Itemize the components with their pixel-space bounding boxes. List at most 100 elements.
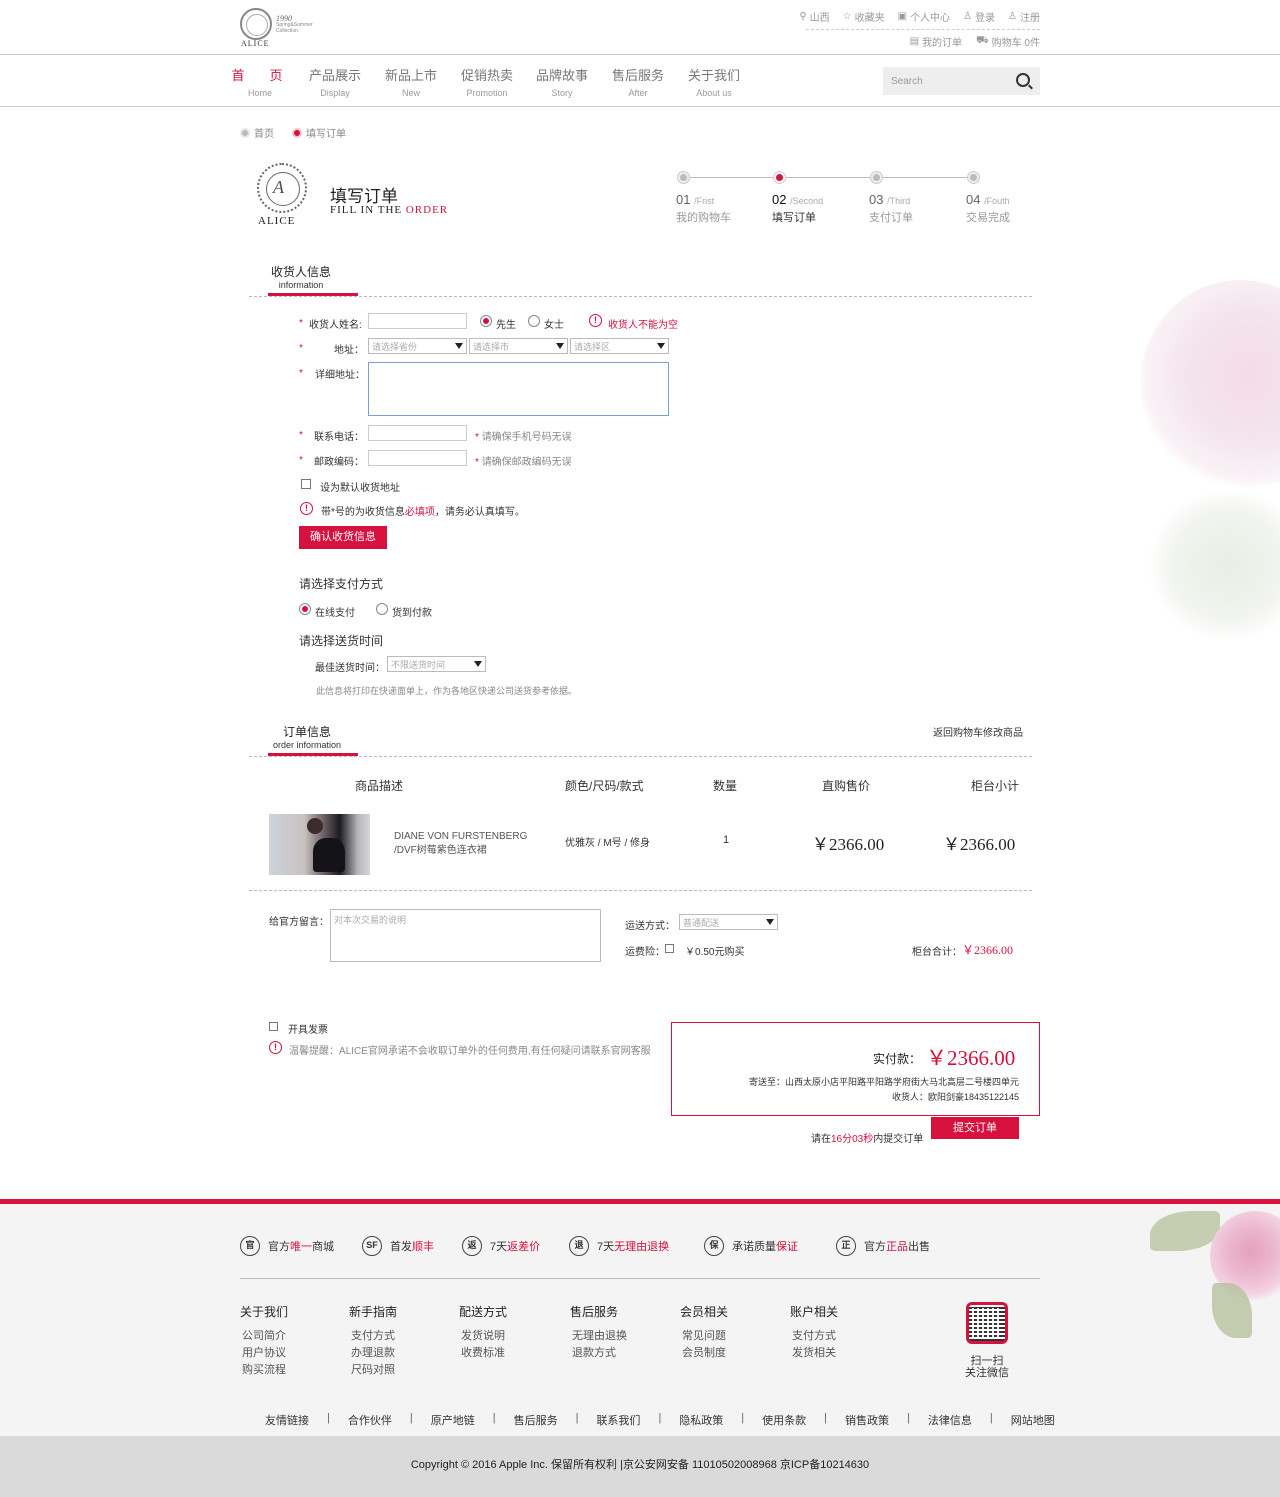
district-select[interactable]: 请选择区: [570, 338, 669, 354]
nav-promotion[interactable]: 促销热卖 Promotion: [457, 65, 517, 98]
invoice-warning: 温馨提醒：ALICE官网承诺不会收取订单外的任何费用,有任何疑问请联系官网客服: [289, 1046, 651, 1057]
footer-bottom-link[interactable]: 合作伙伴: [348, 1412, 410, 1428]
cart-link[interactable]: ⛟ 购物车 0件: [976, 34, 1040, 49]
default-address-checkbox[interactable]: [301, 479, 311, 489]
nav-about[interactable]: 关于我们 About us: [684, 65, 744, 98]
location-pin-icon: ⚲: [799, 10, 807, 22]
submit-order-button[interactable]: 提交订单: [931, 1117, 1019, 1139]
footer-link[interactable]: 公司简介: [240, 1328, 288, 1345]
back-to-cart-link[interactable]: 返回购物车修改商品: [933, 724, 1023, 739]
phone-hint: * 请确保手机号码无误: [475, 432, 572, 443]
favorites-link[interactable]: ☆ 收藏夹: [843, 8, 885, 24]
footer-bottom-link[interactable]: 售后服务: [514, 1412, 576, 1428]
delivery-time-select[interactable]: 不限送货时间: [387, 656, 486, 672]
step-4: 04 /Fouth 交易完成: [966, 192, 1010, 224]
account-link[interactable]: ▣ 个人中心: [898, 8, 950, 24]
radio-ms-label: 女士: [544, 320, 564, 331]
step-1: 01 /Frist 我的购物车: [676, 192, 731, 224]
register-link[interactable]: ♙ 注册: [1008, 8, 1040, 24]
footer-bottom-link[interactable]: 联系我们: [596, 1412, 658, 1428]
footer-link[interactable]: 支付方式: [349, 1328, 397, 1345]
qr-caption: 扫一扫 关注微信: [965, 1355, 1009, 1379]
footer-link[interactable]: 收费标准: [459, 1345, 507, 1362]
step-dot-current-icon: [774, 172, 785, 183]
radio-pay-cod[interactable]: [376, 603, 388, 615]
user-icon: ♙: [963, 10, 973, 22]
zip-input[interactable]: [368, 450, 467, 466]
insurance-checkbox[interactable]: [665, 944, 674, 953]
nav-display[interactable]: 产品展示 Display: [305, 65, 365, 98]
radio-mr[interactable]: [480, 315, 492, 327]
zip-label: 邮政编码：: [314, 457, 364, 468]
footer-bottom-link[interactable]: 使用条款: [762, 1412, 824, 1428]
radio-ms[interactable]: [528, 315, 540, 327]
footer-link[interactable]: 发货相关: [790, 1345, 838, 1362]
footer-bottom-link[interactable]: 隐私政策: [679, 1412, 741, 1428]
search-box[interactable]: Search: [883, 67, 1040, 95]
phone-input[interactable]: [368, 425, 467, 441]
footer-link[interactable]: 办理退款: [349, 1345, 397, 1362]
counter-total-value: ￥2366.00: [962, 943, 1014, 957]
footer-link[interactable]: 常见问题: [680, 1328, 728, 1345]
pay-cod-label: 货到付款: [392, 608, 432, 619]
search-input[interactable]: Search: [891, 76, 923, 87]
zip-hint: * 请确保邮政编码无误: [475, 457, 572, 468]
qr-code-icon[interactable]: [966, 1302, 1008, 1344]
footer-link[interactable]: 无理由退换: [570, 1328, 627, 1345]
product-name[interactable]: DIANE VON FURSTENBERG/DVF树莓紫色连衣裙: [394, 830, 527, 858]
step-dot-icon: [968, 172, 979, 183]
footer-col-delivery: 配送方式 发货说明 收费标准: [459, 1303, 507, 1362]
footer-bottom-link[interactable]: 原产地链: [431, 1412, 493, 1428]
cart-icon: ⛟: [976, 35, 989, 46]
breadcrumb-active-dot-icon: [292, 127, 302, 138]
nav-home[interactable]: 首 页 Home: [230, 65, 290, 98]
city-select[interactable]: 请选择市: [469, 338, 568, 354]
logo-tagline: Spring&Summer Collection: [276, 22, 313, 34]
name-input[interactable]: [368, 313, 467, 329]
search-icon[interactable]: [1016, 73, 1030, 87]
my-orders-link[interactable]: ▤ 我的订单: [910, 34, 962, 49]
footer-bottom-link[interactable]: 销售政策: [845, 1412, 907, 1428]
radio-pay-online[interactable]: [299, 603, 311, 615]
nav-after[interactable]: 售后服务 After: [608, 65, 668, 98]
footer-link[interactable]: 尺码对照: [349, 1362, 397, 1379]
step-2: 02 /Second 填写订单: [772, 192, 824, 224]
product-price: ￥2366.00: [812, 835, 885, 854]
insurance-value: ￥0.50元购买: [685, 947, 745, 958]
nav-new[interactable]: 新品上市 New: [381, 65, 441, 98]
top-links: ⚲ 山西 ☆ 收藏夹 ▣ 个人中心 ♙ 登录 ♙ 注册: [799, 8, 1040, 24]
required-mark: *: [299, 343, 303, 354]
address-label: 地址：: [334, 345, 364, 356]
page-logo: A ALICE: [254, 163, 310, 229]
footer-bottom-link[interactable]: 法律信息: [928, 1412, 990, 1428]
product-image[interactable]: [269, 814, 370, 875]
footer-bottom-link[interactable]: 友情链接: [265, 1412, 327, 1428]
location-link[interactable]: ⚲ 山西: [799, 8, 829, 24]
footer-rose-decoration: [1150, 1203, 1280, 1343]
breadcrumb-home[interactable]: 首页: [240, 125, 274, 140]
footer-link[interactable]: 支付方式: [790, 1328, 838, 1345]
shipping-select[interactable]: 普通配送: [679, 914, 778, 930]
confirm-address-button[interactable]: 确认收货信息: [299, 526, 387, 549]
footer-link[interactable]: 购买流程: [240, 1362, 288, 1379]
footer-link[interactable]: 发货说明: [459, 1328, 507, 1345]
footer-link[interactable]: 退款方式: [570, 1345, 627, 1362]
login-link[interactable]: ♙ 登录: [963, 8, 995, 24]
province-select[interactable]: 请选择省份: [368, 338, 467, 354]
invoice-checkbox[interactable]: [269, 1022, 278, 1031]
remark-textarea[interactable]: 对本次交易的说明: [330, 909, 601, 962]
brand-logo[interactable]: 1990 Spring&Summer Collection ALICE: [240, 8, 320, 50]
top-divider: [806, 29, 1040, 30]
footer-col-aftersale: 售后服务 无理由退换 退款方式: [570, 1303, 627, 1362]
step-3: 03 /Third 支付订单: [869, 192, 913, 224]
footer-link[interactable]: 用户协议: [240, 1345, 288, 1362]
footer-link[interactable]: 会员制度: [680, 1345, 728, 1362]
required-mark: *: [299, 430, 303, 441]
nav-story[interactable]: 品牌故事 Story: [532, 65, 592, 98]
orders-icon: ▤: [909, 36, 920, 47]
detail-address-textarea[interactable]: [368, 362, 669, 416]
col-header-desc: 商品描述: [355, 779, 404, 793]
footer-bottom-link[interactable]: 网站地图: [1011, 1412, 1073, 1428]
step-dot-icon: [871, 172, 882, 183]
main-nav: 首 页 Home 产品展示 Display 新品上市 New 促销热卖 Promotio…: [0, 55, 1280, 107]
